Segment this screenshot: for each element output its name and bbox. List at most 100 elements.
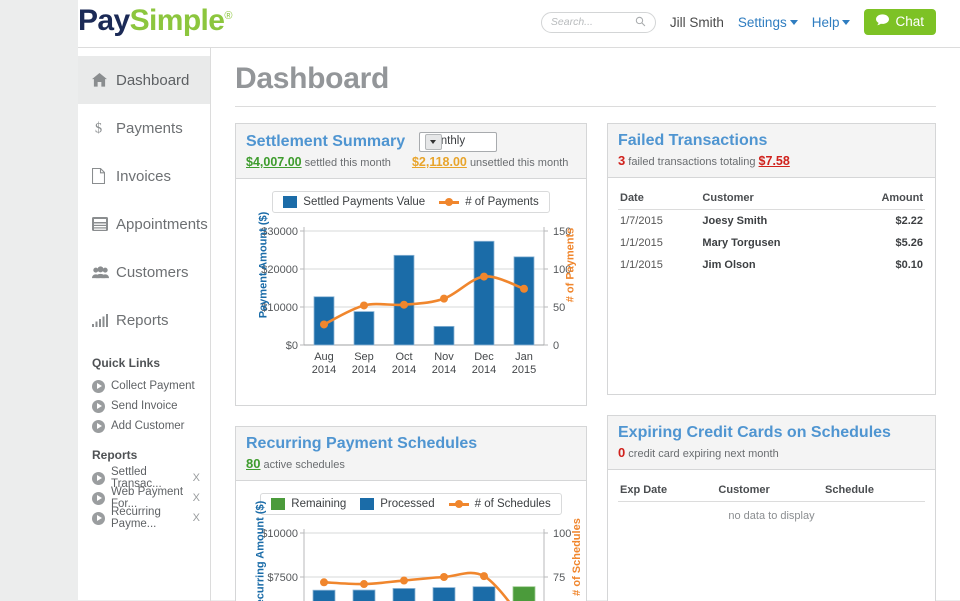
svg-text:Aug: Aug (314, 351, 334, 363)
recurring-chart: $5000$7500$100005075100 (261, 528, 571, 601)
legend-item-remaining[interactable]: Remaining (271, 498, 346, 510)
svg-text:2014: 2014 (392, 364, 416, 376)
sidebar-item-appointments[interactable]: Appointments (78, 200, 210, 248)
expiring-text: credit card expiring next month (628, 448, 779, 460)
settlement-summary-panel: Settlement Summary monthly $4,007.00 set… (235, 123, 587, 406)
svg-text:$7500: $7500 (267, 572, 298, 584)
column-header-schedule: Schedule (823, 480, 925, 502)
expiring-cards-table: Exp Date Customer Schedule no data to di… (618, 480, 925, 527)
arrow-circle-icon (92, 399, 105, 413)
search-icon[interactable] (635, 15, 646, 30)
legend-label: # of Schedules (474, 498, 551, 510)
legend-label: # of Payments (465, 196, 539, 208)
recurring-schedules-header: Recurring Payment Schedules 80 active sc… (236, 427, 586, 481)
failed-text: failed transactions totaling (628, 156, 756, 168)
recurring-chart-legend: Remaining Processed # of Schedules (260, 493, 562, 515)
settings-label: Settings (737, 14, 787, 30)
quick-link-label: Add Customer (111, 420, 185, 432)
chat-label: Chat (895, 14, 924, 29)
chat-bubble-icon (876, 14, 890, 29)
quick-link-label: Collect Payment (111, 380, 195, 392)
report-link-web-payment-form[interactable]: Web Payment For... X (78, 486, 210, 510)
sidebar-item-dashboard[interactable]: Dashboard (78, 56, 210, 104)
legend-swatch (283, 196, 298, 208)
expiring-cards-stats: 0 credit card expiring next month (618, 445, 925, 460)
quick-link-send-invoice[interactable]: Send Invoice (78, 396, 210, 416)
settlement-chart-body: Settled Payments Value # of Payments Pay… (236, 179, 586, 405)
remove-report-button[interactable]: X (193, 512, 200, 524)
cell-date: 1/1/2015 (620, 237, 663, 249)
help-menu[interactable]: Help (812, 15, 851, 30)
remove-report-button[interactable]: X (193, 492, 200, 504)
sidebar-item-label: Appointments (116, 215, 208, 233)
expiring-count: 0 (618, 445, 626, 460)
table-row[interactable]: 1/1/2015 Mary Torgusen $5.26 (618, 232, 925, 254)
people-icon (92, 265, 116, 279)
sidebar-item-reports[interactable]: Reports (78, 296, 210, 344)
legend-item-number-of-payments[interactable]: # of Payments (439, 196, 539, 208)
empty-message: no data to display (728, 510, 815, 522)
report-link-label: Recurring Payme... (111, 506, 161, 530)
document-icon (92, 168, 116, 184)
chat-button[interactable]: Chat (864, 9, 936, 35)
period-select[interactable]: monthly (418, 132, 497, 152)
report-link-settled-transactions[interactable]: Settled Transac... X (78, 466, 210, 490)
cell-amount: $2.22 (895, 215, 923, 227)
legend-item-settled-payments-value[interactable]: Settled Payments Value (283, 196, 425, 208)
svg-text:0: 0 (553, 340, 559, 352)
settlement-y-axis-label: Payment Amount ($) (257, 211, 270, 319)
quick-link-collect-payment[interactable]: Collect Payment (78, 376, 210, 396)
settlement-summary-header: Settlement Summary monthly $4,007.00 set… (236, 124, 586, 179)
registered-mark-icon: ® (224, 10, 232, 22)
quick-link-label: Send Invoice (111, 400, 178, 412)
sidebar: Dashboard $ Payments Invoices Appointmen… (78, 48, 211, 601)
svg-text:Oct: Oct (395, 351, 412, 363)
logo-pay-text: Pay (78, 4, 130, 37)
svg-text:Dec: Dec (474, 351, 494, 363)
sidebar-item-label: Reports (116, 311, 169, 329)
cell-customer: Joesy Smith (702, 215, 768, 227)
settlement-summary-stats: $4,007.00 settled this month $2,118.00 u… (246, 155, 576, 169)
legend-label: Settled Payments Value (303, 196, 426, 208)
settings-menu[interactable]: Settings (738, 15, 798, 30)
sidebar-item-label: Dashboard (116, 71, 190, 89)
sidebar-item-label: Payments (116, 119, 183, 137)
settlement-chart: $0$10000$20000$30000050100150Aug2014Sep2… (261, 226, 571, 376)
user-name[interactable]: Jill Smith (670, 15, 724, 30)
unsettled-amount[interactable]: $2,118.00 (412, 155, 467, 169)
legend-item-number-of-schedules[interactable]: # of Schedules (448, 498, 551, 510)
expiring-cards-panel: Expiring Credit Cards on Schedules 0 cre… (607, 415, 936, 601)
arrow-circle-icon (92, 491, 105, 505)
sidebar-item-customers[interactable]: Customers (78, 248, 210, 296)
sidebar-item-invoices[interactable]: Invoices (78, 152, 210, 200)
quick-link-add-customer[interactable]: Add Customer (78, 416, 210, 436)
logo-simple-text: Simple (129, 4, 225, 37)
failed-total[interactable]: $7.58 (759, 154, 790, 168)
title-divider (235, 106, 936, 107)
search-placeholder: Search... (550, 16, 593, 28)
sidebar-item-label: Invoices (116, 167, 172, 185)
quick-links-heading: Quick Links (92, 356, 161, 370)
svg-text:2014: 2014 (472, 364, 496, 376)
header-actions: Search... Jill Smith Settings Help Chat (540, 9, 936, 35)
table-row[interactable]: 1/7/2015 Joesy Smith $2.22 (618, 210, 925, 233)
legend-label: Remaining (291, 498, 347, 510)
settled-amount[interactable]: $4,007.00 (246, 155, 302, 169)
cell-date: 1/1/2015 (620, 259, 663, 271)
table-row[interactable]: 1/1/2015 Jim Olson $0.10 (618, 254, 925, 276)
report-link-recurring-payments[interactable]: Recurring Payme... X (78, 506, 210, 530)
active-schedules-count[interactable]: 80 (246, 456, 260, 471)
home-icon (92, 73, 116, 87)
svg-text:$10000: $10000 (261, 528, 298, 540)
active-schedules-label: active schedules (263, 459, 345, 471)
sidebar-item-payments[interactable]: $ Payments (78, 104, 210, 152)
column-header-amount: Amount (844, 188, 925, 210)
panel-title: Settlement Summary (246, 133, 406, 150)
search-input[interactable]: Search... (540, 11, 656, 33)
legend-item-processed[interactable]: Processed (360, 498, 435, 510)
arrow-circle-icon (92, 511, 105, 525)
chevron-down-icon (424, 134, 442, 150)
paysimple-logo[interactable]: PaySimple® (78, 4, 232, 38)
remove-report-button[interactable]: X (193, 472, 200, 484)
failed-transactions-body: Date Customer Amount 1/7/2015 Joesy Smit… (608, 178, 935, 280)
